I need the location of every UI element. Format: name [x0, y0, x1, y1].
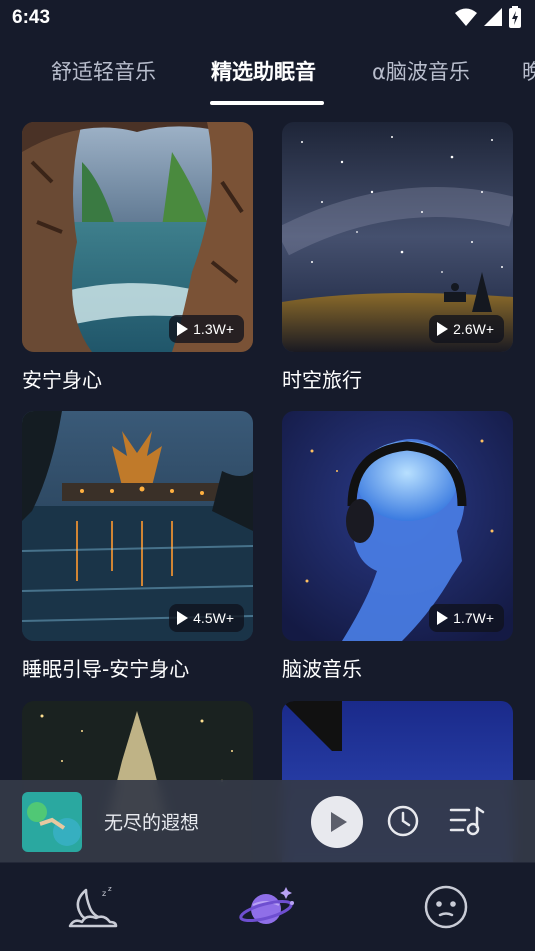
bottom-nav: z z — [0, 862, 535, 951]
playlist-icon[interactable] — [449, 804, 485, 838]
face-icon — [424, 885, 468, 929]
now-playing-cover[interactable] — [22, 792, 82, 852]
svg-text:z: z — [102, 889, 106, 898]
play-count: 1.7W+ — [453, 610, 494, 626]
status-icons — [455, 6, 521, 28]
signal-icon — [484, 8, 502, 26]
play-count-icon — [437, 611, 449, 625]
playlist-card-brainwave[interactable]: 1.7W+ 脑波音乐 — [282, 411, 513, 682]
card-title: 睡眠引导-安宁身心 — [22, 657, 190, 681]
playlist-card-calm[interactable]: 1.3W+ 安宁身心 — [22, 122, 253, 393]
play-count: 4.5W+ — [193, 610, 234, 626]
card-title: 脑波音乐 — [282, 657, 362, 681]
play-count-icon — [437, 322, 449, 336]
playlist-card-sleep-guide[interactable]: 4.5W+ 睡眠引导-安宁身心 — [22, 411, 253, 682]
card-thumbnail: 1.7W+ — [282, 411, 513, 641]
card-title: 安宁身心 — [22, 368, 102, 392]
status-time: 6:43 — [12, 7, 51, 28]
play-count: 2.6W+ — [453, 321, 494, 337]
play-icon — [331, 812, 347, 832]
planet-icon — [239, 887, 294, 924]
playlist-card-time-travel[interactable]: 2.6W+ 时空旅行 — [282, 122, 513, 393]
now-playing-title: 无尽的遐想 — [104, 812, 200, 834]
play-count-badge: 2.6W+ — [429, 315, 504, 343]
play-count-icon — [177, 322, 189, 336]
nav-sleep[interactable]: z z — [62, 881, 122, 933]
card-title: 时空旅行 — [282, 368, 362, 392]
card-thumbnail: 4.5W+ — [22, 411, 253, 641]
mini-player[interactable]: 无尽的遐想 — [0, 780, 535, 862]
tab-alpha-waves[interactable]: α脑波音乐 — [372, 56, 470, 86]
nav-explore[interactable] — [238, 881, 298, 933]
moon-sleep-icon: z z — [68, 885, 118, 928]
timer-icon[interactable] — [386, 804, 420, 838]
play-count-badge: 4.5W+ — [169, 604, 244, 632]
svg-text:z: z — [108, 885, 112, 893]
card-thumbnail: 1.3W+ — [22, 122, 253, 352]
card-thumbnail: 2.6W+ — [282, 122, 513, 352]
tab-light-music[interactable]: 舒适轻音乐 — [51, 56, 156, 86]
tab-indicator — [210, 101, 324, 105]
battery-icon — [509, 6, 521, 28]
nav-profile[interactable] — [416, 881, 476, 933]
tab-evening[interactable]: 晚 — [522, 56, 535, 86]
category-tabs: : 舒适轻音乐 精选助眠音 α脑波音乐 晚 — [0, 40, 535, 106]
play-count: 1.3W+ — [193, 321, 234, 337]
play-count-icon — [177, 611, 189, 625]
tab-sleep-aid[interactable]: 精选助眠音 — [211, 56, 316, 86]
play-count-badge: 1.7W+ — [429, 604, 504, 632]
play-count-badge: 1.3W+ — [169, 315, 244, 343]
wifi-icon — [455, 8, 477, 26]
play-button[interactable] — [311, 796, 363, 848]
status-bar: 6:43 — [0, 0, 535, 36]
